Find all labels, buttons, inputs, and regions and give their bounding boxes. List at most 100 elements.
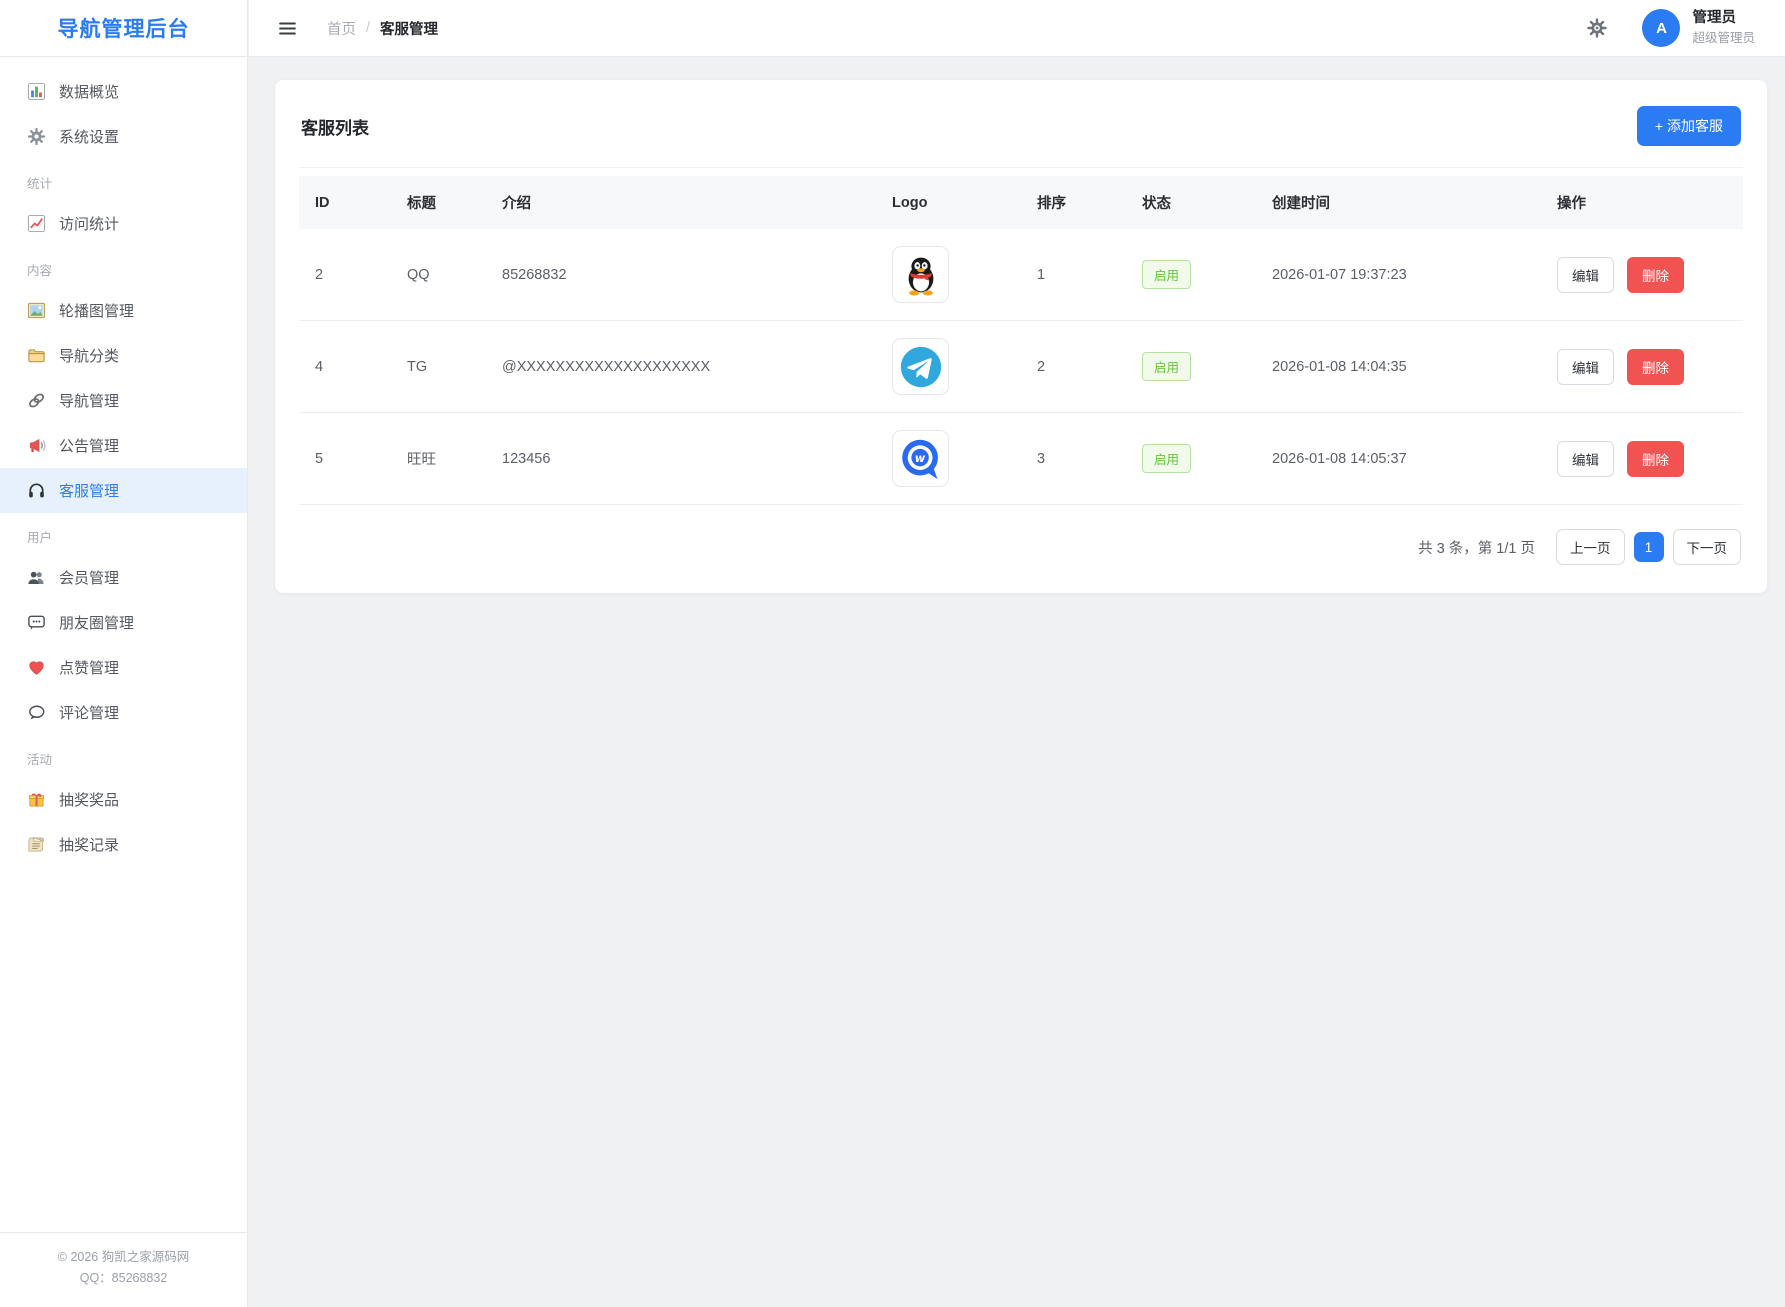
sidebar-item-nav-manage[interactable]: 导航管理 <box>0 378 247 423</box>
column-header-actions: 操作 <box>1541 176 1743 229</box>
sidebar-item-label: 抽奖记录 <box>59 834 119 855</box>
telegram-logo-image <box>892 338 949 395</box>
scroll-icon <box>27 835 46 854</box>
delete-button[interactable]: 删除 <box>1627 441 1684 477</box>
comment-bubble-icon <box>27 703 46 722</box>
sidebar-item-customer-service[interactable]: 客服管理 <box>0 468 247 513</box>
table-row: 5 旺旺 123456 w <box>299 413 1743 505</box>
heart-icon <box>27 658 46 677</box>
main-content: 客服列表 + 添加客服 ID 标题 介绍 Logo 排序 状态 <box>249 57 1785 593</box>
prev-page-button[interactable]: 上一页 <box>1556 529 1625 565</box>
edit-button[interactable]: 编辑 <box>1557 441 1614 477</box>
next-page-button[interactable]: 下一页 <box>1673 529 1742 565</box>
column-header-created: 创建时间 <box>1256 176 1541 229</box>
sidebar-item-lottery-prizes[interactable]: 抽奖奖品 <box>0 777 247 822</box>
users-icon <box>27 568 46 587</box>
sidebar-item-label: 评论管理 <box>59 702 119 723</box>
page-number-button[interactable]: 1 <box>1634 532 1664 562</box>
sidebar-item-nav-category[interactable]: 导航分类 <box>0 333 247 378</box>
sidebar-menu: 数据概览 系统设置 统计 访问统计 内容 轮播图管理 导航分 <box>0 57 247 1232</box>
sidebar-item-lottery-records[interactable]: 抽奖记录 <box>0 822 247 867</box>
cell-created-at: 2026-01-08 14:05:37 <box>1256 413 1541 505</box>
sidebar-item-label: 导航管理 <box>59 390 119 411</box>
gift-icon <box>27 790 46 809</box>
breadcrumb-separator: / <box>366 20 370 36</box>
sidebar-item-label: 数据概览 <box>59 81 119 102</box>
sidebar-item-carousel[interactable]: 轮播图管理 <box>0 288 247 333</box>
status-badge: 启用 <box>1142 260 1191 289</box>
cell-id: 5 <box>299 413 391 505</box>
sidebar-item-label: 会员管理 <box>59 567 119 588</box>
user-role: 超级管理员 <box>1692 30 1755 46</box>
cell-created-at: 2026-01-07 19:37:23 <box>1256 229 1541 321</box>
qq-logo-image <box>892 246 949 303</box>
table-wrapper: ID 标题 介绍 Logo 排序 状态 创建时间 操作 2 QQ <box>275 168 1767 505</box>
wangwang-logo-image: w <box>892 430 949 487</box>
sidebar-item-comments[interactable]: 评论管理 <box>0 690 247 735</box>
table-header-row: ID 标题 介绍 Logo 排序 状态 创建时间 操作 <box>299 176 1743 229</box>
cell-sort: 2 <box>1021 321 1126 413</box>
sidebar-item-label: 朋友圈管理 <box>59 612 134 633</box>
pagination: 共 3 条，第 1/1 页 上一页 1 下一页 <box>275 505 1767 593</box>
card-header: 客服列表 + 添加客服 <box>275 80 1767 167</box>
column-header-status: 状态 <box>1126 176 1256 229</box>
sidebar-item-label: 抽奖奖品 <box>59 789 119 810</box>
sidebar-group-heading-content: 内容 <box>0 246 247 288</box>
line-chart-icon <box>27 214 46 233</box>
bar-chart-icon <box>27 82 46 101</box>
edit-button[interactable]: 编辑 <box>1557 257 1614 293</box>
breadcrumb: 首页 / 客服管理 <box>327 18 438 39</box>
sidebar-item-label: 访问统计 <box>59 213 119 234</box>
column-header-logo: Logo <box>876 176 1021 229</box>
add-customer-service-button[interactable]: + 添加客服 <box>1637 106 1741 146</box>
edit-button[interactable]: 编辑 <box>1557 349 1614 385</box>
topbar: 首页 / 客服管理 A 管理员 超级管理员 <box>249 0 1785 57</box>
sidebar-item-label: 系统设置 <box>59 126 119 147</box>
cell-id: 4 <box>299 321 391 413</box>
user-meta: 管理员 超级管理员 <box>1692 9 1755 46</box>
user-name: 管理员 <box>1692 9 1755 28</box>
sidebar-item-announcement[interactable]: 公告管理 <box>0 423 247 468</box>
column-header-intro: 介绍 <box>486 176 876 229</box>
sidebar-group-heading-users: 用户 <box>0 513 247 555</box>
cell-title: QQ <box>391 229 486 321</box>
sidebar-item-system-settings[interactable]: 系统设置 <box>0 114 247 159</box>
breadcrumb-home[interactable]: 首页 <box>327 18 356 39</box>
copyright-text: © 2026 狗凯之家源码网 <box>8 1247 239 1268</box>
customer-service-card: 客服列表 + 添加客服 ID 标题 介绍 Logo 排序 状态 <box>275 80 1767 593</box>
table-row: 4 TG @XXXXXXXXXXXXXXXXXXXX 2 <box>299 321 1743 413</box>
breadcrumb-current: 客服管理 <box>380 18 438 39</box>
sidebar-item-label: 导航分类 <box>59 345 119 366</box>
sidebar-item-moments[interactable]: 朋友圈管理 <box>0 600 247 645</box>
sidebar-item-visit-stats[interactable]: 访问统计 <box>0 201 247 246</box>
table-row: 2 QQ 85268832 <box>299 229 1743 321</box>
picture-icon <box>27 301 46 320</box>
sidebar-item-data-overview[interactable]: 数据概览 <box>0 69 247 114</box>
sidebar-item-label: 客服管理 <box>59 480 119 501</box>
sidebar-item-label: 轮播图管理 <box>59 300 134 321</box>
link-icon <box>27 391 46 410</box>
sidebar-footer: © 2026 狗凯之家源码网 QQ：85268832 <box>0 1232 247 1307</box>
column-header-title: 标题 <box>391 176 486 229</box>
cell-intro: 123456 <box>486 413 876 505</box>
contact-qq-text: QQ：85268832 <box>8 1268 239 1289</box>
topbar-right: A 管理员 超级管理员 <box>1586 9 1755 47</box>
cell-sort: 3 <box>1021 413 1126 505</box>
sidebar-item-label: 点赞管理 <box>59 657 119 678</box>
delete-button[interactable]: 删除 <box>1627 257 1684 293</box>
hamburger-menu-icon[interactable] <box>277 18 298 39</box>
delete-button[interactable]: 删除 <box>1627 349 1684 385</box>
headphones-icon <box>27 481 46 500</box>
sidebar-item-likes[interactable]: 点赞管理 <box>0 645 247 690</box>
app-title: 导航管理后台 <box>0 0 247 57</box>
cell-title: 旺旺 <box>391 413 486 505</box>
settings-gear-icon[interactable] <box>1586 17 1608 39</box>
megaphone-icon <box>27 436 46 455</box>
avatar[interactable]: A <box>1642 9 1680 47</box>
cell-created-at: 2026-01-08 14:04:35 <box>1256 321 1541 413</box>
sidebar-item-label: 公告管理 <box>59 435 119 456</box>
status-badge: 启用 <box>1142 352 1191 381</box>
cell-intro: 85268832 <box>486 229 876 321</box>
cell-intro: @XXXXXXXXXXXXXXXXXXXX <box>486 321 876 413</box>
sidebar-item-members[interactable]: 会员管理 <box>0 555 247 600</box>
